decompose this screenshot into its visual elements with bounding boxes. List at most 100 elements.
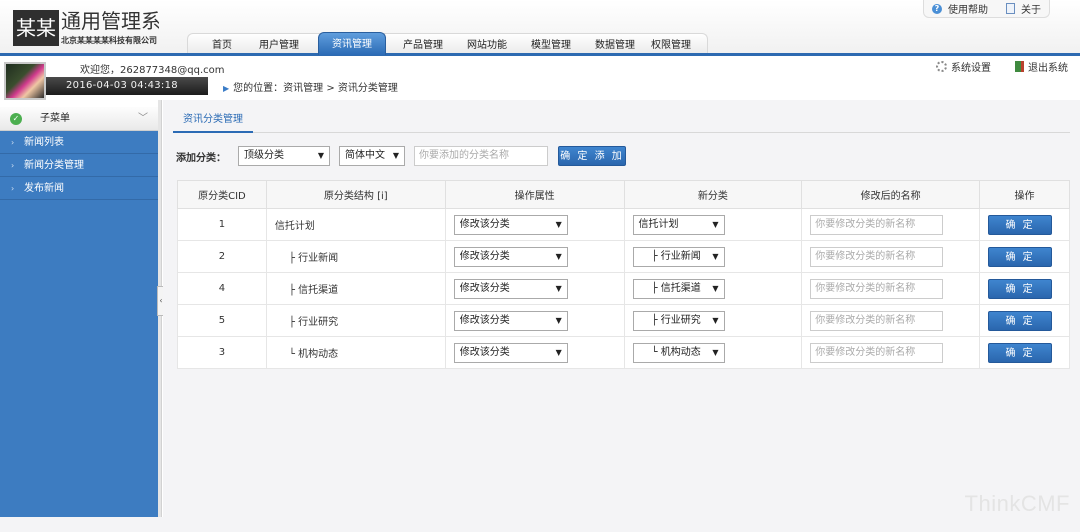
- nav-item-products[interactable]: 产品管理: [398, 38, 448, 54]
- submenu-header[interactable]: ✓ 子菜单 ﹀: [0, 107, 158, 131]
- nav-item-site[interactable]: 网站功能: [462, 38, 512, 54]
- cell-structure: └ 机构动态: [265, 336, 446, 369]
- operation-select[interactable]: 修改该分类 ▼: [453, 311, 568, 331]
- dropdown-arrow-icon: ▼: [555, 316, 562, 325]
- cell-new-name: 你要修改分类的新名称: [801, 272, 981, 305]
- table-row: 3 └ 机构动态 修改该分类 ▼ └ 机构动态 ▼ 你要修改分类的新名称 确 定: [177, 336, 1070, 369]
- operation-select[interactable]: 修改该分类 ▼: [453, 247, 568, 267]
- cell-structure: ├ 行业研究: [265, 304, 446, 337]
- confirm-add-button[interactable]: 确 定 添 加: [558, 146, 626, 166]
- sidebar-item-publish[interactable]: › 发布新闻: [0, 177, 158, 200]
- nav-item-permissions[interactable]: 权限管理: [646, 38, 696, 54]
- app-header: 某某 通用管理系统 北京某某某某科技有限公司 ? 使用帮助 关于 首页 用户管理…: [0, 0, 1080, 56]
- breadcrumb: ▶ 您的位置：资讯管理 > 资讯分类管理: [223, 79, 398, 94]
- cell-new-name: 你要修改分类的新名称: [801, 240, 981, 273]
- sidebar-item-category-manage[interactable]: › 新闻分类管理: [0, 154, 158, 177]
- language-select[interactable]: 简体中文 ▼: [339, 146, 405, 166]
- top-links: ? 使用帮助 关于: [923, 0, 1050, 18]
- col-header-cid: 原分类CID: [177, 180, 267, 209]
- new-name-input[interactable]: 你要修改分类的新名称: [810, 215, 944, 235]
- new-category-select[interactable]: ├ 行业研究 ▼: [632, 311, 725, 331]
- nav-item-users[interactable]: 用户管理: [254, 38, 304, 54]
- new-category-value: ├ 行业研究: [651, 315, 701, 326]
- help-link[interactable]: 使用帮助: [948, 1, 988, 16]
- avatar: [4, 62, 46, 100]
- new-category-select[interactable]: 信托计划 ▼: [632, 215, 725, 235]
- cell-action: 确 定: [979, 208, 1070, 241]
- tab-category-manage[interactable]: 资讯分类管理: [173, 109, 253, 133]
- operation-select[interactable]: 修改该分类 ▼: [453, 343, 568, 363]
- new-category-value: └ 机构动态: [651, 347, 701, 358]
- help-icon: ?: [932, 3, 942, 14]
- col-header-new-category: 新分类: [623, 180, 803, 209]
- breadcrumb-text: 您的位置：资讯管理 > 资讯分类管理: [233, 83, 398, 94]
- new-category-value: ├ 信托渠道: [651, 283, 701, 294]
- system-links: 系统设置 退出系统: [936, 59, 1068, 74]
- category-table: 原分类CID 原分类结构 [i] 操作属性 新分类 修改后的名称 操作 1 信托…: [177, 180, 1070, 369]
- confirm-button[interactable]: 确 定: [988, 343, 1053, 363]
- new-name-input[interactable]: 你要修改分类的新名称: [810, 247, 944, 267]
- cell-new-name: 你要修改分类的新名称: [801, 208, 981, 241]
- new-name-input[interactable]: 你要修改分类的新名称: [810, 279, 944, 299]
- cell-new-category: └ 机构动态 ▼: [623, 336, 803, 369]
- welcome-text: 欢迎您，262877348@qq.com: [80, 65, 225, 76]
- cell-operation: 修改该分类 ▼: [444, 208, 625, 241]
- gear-icon: [936, 61, 947, 72]
- logout-link[interactable]: 退出系统: [1015, 59, 1068, 74]
- confirm-button[interactable]: 确 定: [988, 247, 1053, 267]
- dropdown-arrow-icon: ▼: [712, 284, 719, 293]
- dropdown-arrow-icon: ▼: [712, 348, 719, 357]
- cell-new-name: 你要修改分类的新名称: [801, 304, 981, 337]
- confirm-button[interactable]: 确 定: [988, 311, 1053, 331]
- nav-item-news[interactable]: 资讯管理: [318, 32, 386, 55]
- parent-category-select[interactable]: 顶级分类 ▼: [238, 146, 330, 166]
- new-category-select[interactable]: └ 机构动态 ▼: [632, 343, 725, 363]
- new-name-input[interactable]: 你要修改分类的新名称: [810, 311, 944, 331]
- tab-underline: [173, 132, 1070, 133]
- table-row: 2 ├ 行业新闻 修改该分类 ▼ ├ 行业新闻 ▼ 你要修改分类的新名称 确 定: [177, 240, 1070, 273]
- new-category-value: ├ 行业新闻: [651, 251, 701, 262]
- dropdown-arrow-icon: ▼: [555, 252, 562, 261]
- main-nav: 首页 用户管理 资讯管理 产品管理 网站功能 模型管理 数据管理 权限管理: [187, 32, 708, 55]
- watermark: ThinkCMF: [964, 491, 1070, 516]
- about-link[interactable]: 关于: [1021, 1, 1041, 16]
- new-name-input[interactable]: 你要修改分类的新名称: [810, 343, 944, 363]
- language-value: 简体中文: [345, 150, 385, 161]
- nav-item-models[interactable]: 模型管理: [526, 38, 576, 54]
- nav-item-data[interactable]: 数据管理: [590, 38, 640, 54]
- operation-value: 修改该分类: [459, 315, 510, 326]
- col-header-operation: 操作属性: [444, 180, 625, 209]
- exit-icon: [1015, 61, 1024, 72]
- app-title: 通用管理系统: [61, 9, 159, 33]
- confirm-button[interactable]: 确 定: [988, 215, 1053, 235]
- col-header-new-name: 修改后的名称: [801, 180, 981, 209]
- add-category-label: 添加分类：: [176, 152, 226, 164]
- operation-value: 修改该分类: [459, 347, 510, 358]
- cell-cid: 3: [177, 336, 267, 369]
- new-category-select[interactable]: ├ 行业新闻 ▼: [632, 247, 725, 267]
- sidebar-item-news-list[interactable]: › 新闻列表: [0, 131, 158, 154]
- table-row: 4 ├ 信托渠道 修改该分类 ▼ ├ 信托渠道 ▼ 你要修改分类的新名称 确 定: [177, 272, 1070, 305]
- cell-operation: 修改该分类 ▼: [444, 304, 625, 337]
- operation-value: 修改该分类: [459, 219, 510, 230]
- dropdown-arrow-icon: ▼: [555, 284, 562, 293]
- cell-new-category: ├ 信托渠道 ▼: [623, 272, 803, 305]
- bullet-icon: ›: [11, 138, 15, 147]
- chevron-down-icon: ﹀: [138, 113, 148, 124]
- operation-select[interactable]: 修改该分类 ▼: [453, 279, 568, 299]
- cell-new-name: 你要修改分类的新名称: [801, 336, 981, 369]
- sidebar-item-label: 新闻分类管理: [24, 160, 84, 171]
- new-category-name-input[interactable]: 你要添加的分类名称: [414, 146, 548, 166]
- cell-action: 确 定: [979, 336, 1070, 369]
- settings-link[interactable]: 系统设置: [936, 59, 991, 74]
- confirm-button[interactable]: 确 定: [988, 279, 1053, 299]
- operation-select[interactable]: 修改该分类 ▼: [453, 215, 568, 235]
- breadcrumb-arrow-icon: ▶: [223, 84, 230, 93]
- nav-item-home[interactable]: 首页: [202, 38, 242, 54]
- table-row: 5 ├ 行业研究 修改该分类 ▼ ├ 行业研究 ▼ 你要修改分类的新名称 确 定: [177, 304, 1070, 337]
- table-header-row: 原分类CID 原分类结构 [i] 操作属性 新分类 修改后的名称 操作: [177, 180, 1070, 209]
- col-header-action: 操作: [979, 180, 1070, 209]
- bullet-icon: ›: [11, 161, 15, 170]
- bottom-bar: [0, 517, 1080, 532]
- new-category-select[interactable]: ├ 信托渠道 ▼: [632, 279, 725, 299]
